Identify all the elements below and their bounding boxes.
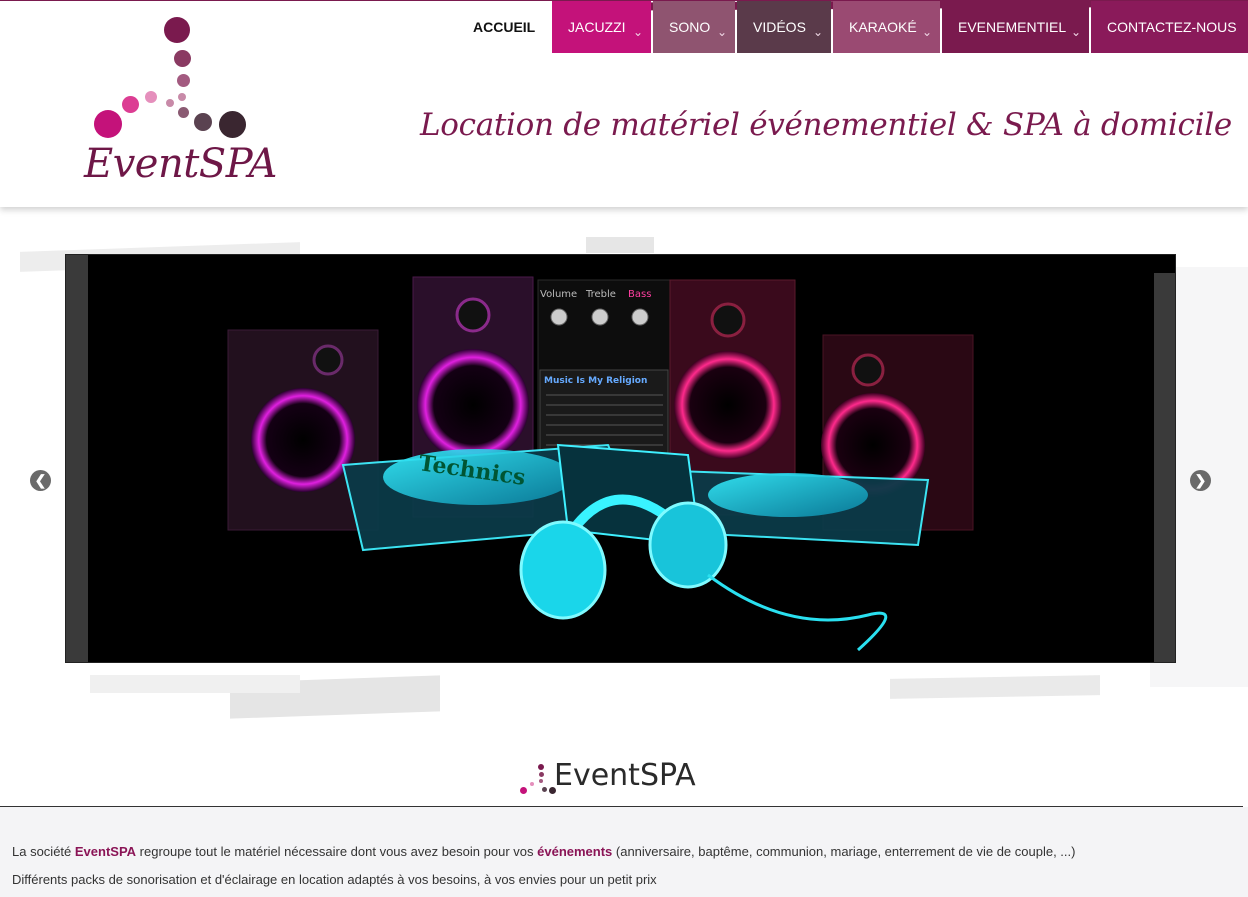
nav-item-jacuzzi[interactable]: JACUZZI ⌄ — [552, 1, 651, 53]
logo-dot — [530, 782, 534, 786]
slider-decoration — [890, 675, 1100, 699]
logo-dot — [520, 787, 527, 794]
logo-dot — [219, 111, 246, 138]
nav-label: VIDÉOS — [753, 19, 806, 35]
logo-dot — [542, 787, 547, 792]
mini-logo-icon — [518, 752, 556, 798]
volume-knob — [550, 308, 568, 326]
speaker-tweeter — [455, 297, 491, 333]
logo-dot — [539, 779, 543, 783]
logo-dot — [178, 107, 189, 118]
slider-next-button[interactable]: ❯ — [1190, 470, 1211, 491]
slider-decoration — [586, 237, 654, 253]
events-highlight: événements — [537, 844, 613, 859]
text-span: regroupe tout le matériel nécessaire don… — [136, 844, 538, 859]
speaker-woofer — [674, 351, 782, 459]
screen-text: Music Is My Religion — [544, 376, 647, 386]
logo-dot — [539, 772, 544, 777]
knob-label: Volume — [540, 289, 577, 300]
logo-dot — [549, 787, 556, 794]
nav-label: EVENEMENTIEL — [958, 19, 1067, 35]
text-span: La société — [12, 844, 75, 859]
packs-paragraph: Différents packs de sonorisation et d'éc… — [12, 872, 657, 887]
speaker-woofer — [417, 349, 529, 461]
slide-edge — [66, 255, 88, 662]
nav-item-sono[interactable]: SONO ⌄ — [653, 1, 735, 53]
logo-dot — [145, 91, 157, 103]
logo-dot — [122, 96, 139, 113]
speaker-tweeter — [710, 302, 746, 338]
logo-dot — [174, 50, 191, 67]
nav-label: JACUZZI — [568, 19, 626, 35]
logo-dot — [177, 74, 190, 87]
site-tagline: Location de matériel événementiel & SPA … — [420, 107, 1232, 143]
logo-dot — [94, 110, 122, 138]
main-nav: ACCUEIL JACUZZI ⌄ SONO ⌄ VIDÉOS ⌄ KARAOK… — [455, 0, 1248, 57]
text-span: (anniversaire, baptême, communion, maria… — [612, 844, 1076, 859]
knob-label: Treble — [585, 289, 616, 300]
logo-dot — [194, 113, 212, 131]
treble-knob — [591, 308, 609, 326]
logo-dot — [178, 93, 186, 101]
turntable-platter — [708, 473, 868, 517]
dj-equipment-illustration: Volume Treble Bass Music Is My Religion … — [88, 255, 1154, 662]
logo-dot — [538, 764, 544, 770]
chevron-down-icon: ⌄ — [921, 25, 932, 39]
chevron-down-icon: ⌄ — [1070, 25, 1081, 39]
slide-image: Volume Treble Bass Music Is My Religion … — [66, 255, 1175, 662]
logo-wordmark: EventSPA — [84, 141, 277, 187]
logo-dot — [166, 99, 174, 107]
slider-decoration — [90, 675, 300, 693]
chevron-down-icon: ⌄ — [632, 25, 643, 39]
knob-label: Bass — [628, 289, 651, 300]
headphones-cup — [519, 520, 607, 620]
headphones-cup — [648, 501, 728, 589]
chevron-down-icon: ⌄ — [716, 25, 727, 39]
eventspa-logo[interactable]: EventSPA — [78, 13, 278, 193]
site-header: EventSPA Location de matériel événementi… — [0, 0, 1248, 207]
nav-label: KARAOKÉ — [849, 19, 917, 35]
nav-label: SONO — [669, 19, 711, 35]
nav-item-videos[interactable]: VIDÉOS ⌄ — [737, 1, 831, 53]
brand-highlight: EventSPA — [74, 844, 137, 859]
bass-knob — [631, 308, 649, 326]
content-title: EventSPA — [554, 757, 696, 793]
logo-dot — [164, 17, 190, 43]
slider-prev-button[interactable]: ❮ — [30, 470, 51, 491]
intro-paragraph: La société EventSPA regroupe tout le mat… — [12, 844, 1075, 859]
speaker-woofer — [251, 388, 355, 492]
nav-label: ACCUEIL — [473, 19, 536, 35]
nav-item-contactez-nous[interactable]: CONTACTEZ-NOUS — [1091, 1, 1248, 53]
chevron-down-icon: ⌄ — [812, 25, 823, 39]
nav-label: CONTACTEZ-NOUS — [1107, 19, 1237, 35]
content-heading: EventSPA — [518, 752, 696, 798]
speaker-tweeter — [851, 353, 885, 387]
slide-edge — [1153, 273, 1175, 662]
nav-item-accueil[interactable]: ACCUEIL — [455, 1, 552, 53]
nav-item-karaoke[interactable]: KARAOKÉ ⌄ — [833, 1, 940, 53]
content-body: La société EventSPA regroupe tout le mat… — [0, 807, 1248, 897]
speaker-tweeter — [312, 344, 344, 376]
nav-item-evenementiel[interactable]: EVENEMENTIEL ⌄ — [942, 1, 1089, 53]
